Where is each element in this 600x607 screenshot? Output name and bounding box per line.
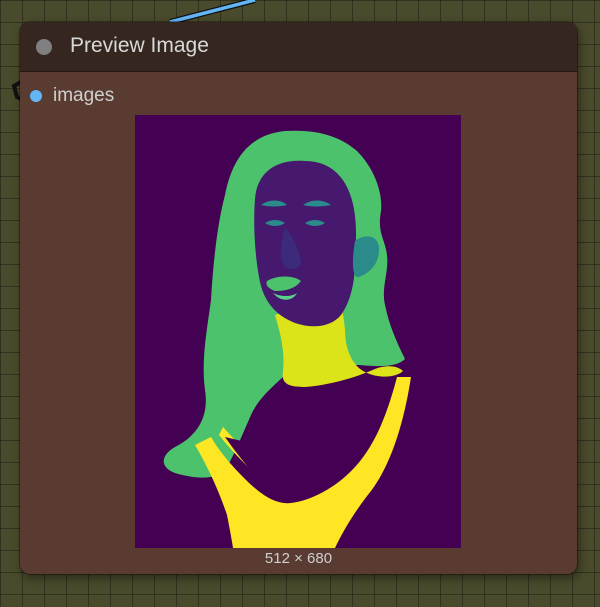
preview-image[interactable] bbox=[135, 115, 461, 548]
preview-image-node[interactable]: Preview Image images 512 × 680 bbox=[20, 22, 577, 574]
node-title: Preview Image bbox=[70, 34, 209, 57]
input-slot-dot-icon[interactable] bbox=[30, 90, 42, 102]
node-header[interactable]: Preview Image bbox=[20, 22, 577, 72]
collapse-dot-icon[interactable] bbox=[36, 39, 52, 55]
segmentation-map-image bbox=[135, 115, 461, 548]
image-dimensions: 512 × 680 bbox=[264, 550, 333, 567]
input-slot-label: images bbox=[53, 85, 115, 106]
